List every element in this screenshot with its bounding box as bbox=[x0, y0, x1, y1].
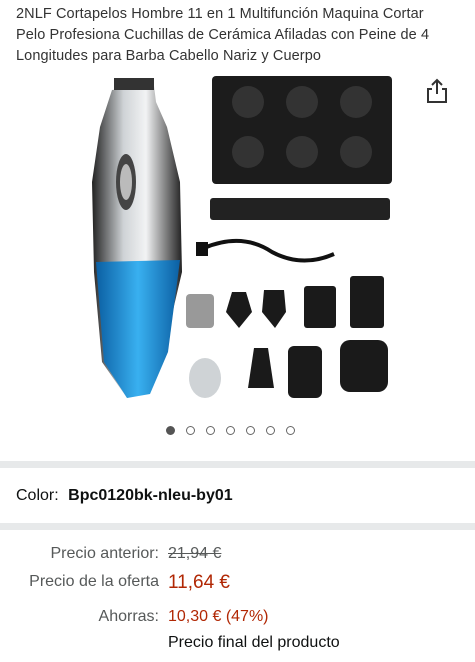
attachments-row-1 bbox=[186, 276, 384, 328]
color-selector[interactable]: Color: Bpc0120bk-nleu-by01 bbox=[16, 487, 233, 505]
image-pager[interactable] bbox=[166, 426, 295, 435]
pager-dot[interactable] bbox=[206, 426, 215, 435]
color-label: Color: bbox=[16, 487, 59, 504]
deal-price-label: Precio de la oferta bbox=[29, 573, 159, 590]
pager-dot[interactable] bbox=[266, 426, 275, 435]
pager-dot[interactable] bbox=[286, 426, 295, 435]
pager-dot[interactable] bbox=[186, 426, 195, 435]
pager-dot[interactable] bbox=[166, 426, 175, 435]
final-price-note: Precio final del producto bbox=[168, 634, 340, 651]
attachments-row-2 bbox=[189, 340, 388, 398]
storage-tray bbox=[212, 76, 392, 184]
pager-dot[interactable] bbox=[246, 426, 255, 435]
previous-price-value: 21,94 € bbox=[168, 545, 222, 562]
clipper-body bbox=[92, 78, 182, 398]
share-button[interactable] bbox=[424, 77, 450, 105]
comb bbox=[210, 198, 390, 220]
savings-value: 10,30 € (47%) bbox=[168, 608, 269, 625]
product-image[interactable] bbox=[72, 72, 407, 412]
previous-price-label: Precio anterior: bbox=[50, 545, 160, 562]
color-value: Bpc0120bk-nleu-by01 bbox=[68, 487, 233, 504]
share-icon bbox=[427, 78, 447, 103]
section-divider bbox=[0, 461, 475, 468]
pager-dot[interactable] bbox=[226, 426, 235, 435]
product-title: 2NLF Cortapelos Hombre 11 en 1 Multifunc… bbox=[16, 6, 430, 64]
charging-cable bbox=[203, 238, 335, 263]
savings-label: Ahorras: bbox=[98, 608, 159, 625]
product-image-graphic bbox=[92, 76, 392, 398]
section-divider bbox=[0, 523, 475, 530]
deal-price-value: 11,64 € bbox=[168, 572, 230, 593]
